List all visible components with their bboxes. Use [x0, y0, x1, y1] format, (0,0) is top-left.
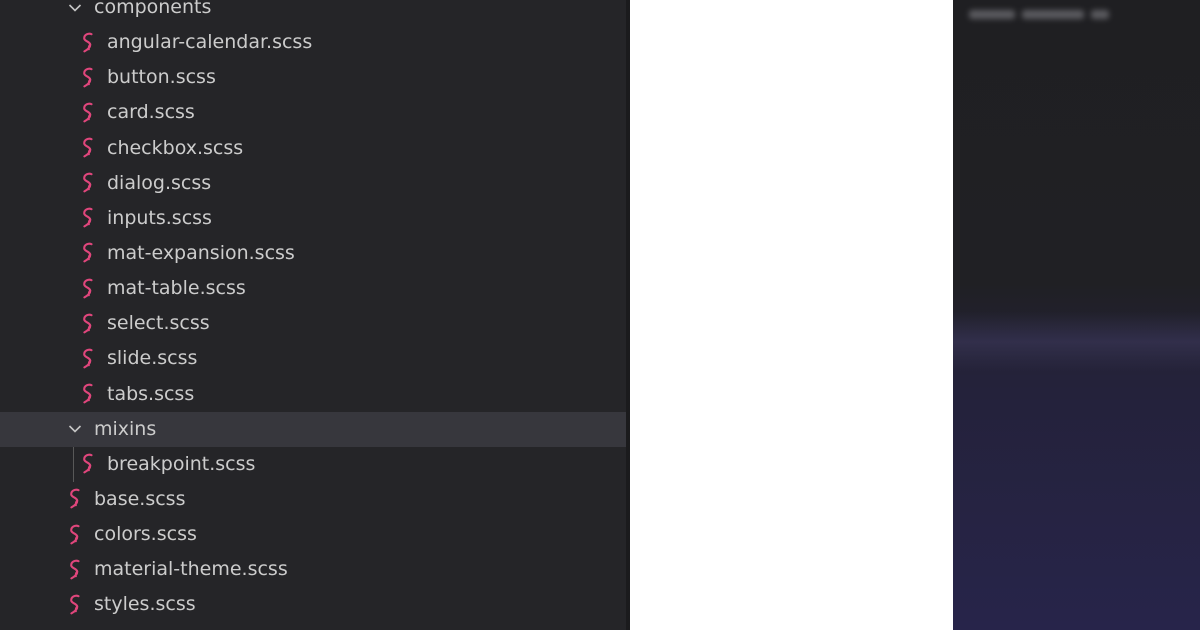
- sass-icon: [80, 236, 98, 271]
- sass-icon: [67, 552, 85, 587]
- file-row[interactable]: slide.scss: [0, 341, 626, 376]
- file-row[interactable]: material-theme.scss: [0, 552, 626, 587]
- blank-editor-area: [630, 0, 953, 630]
- file-row[interactable]: base.scss: [0, 482, 626, 517]
- file-label: inputs.scss: [107, 206, 212, 229]
- file-row[interactable]: card.scss: [0, 95, 626, 130]
- folder-row-mixins[interactable]: mixins: [0, 411, 626, 447]
- sass-icon: [67, 587, 85, 622]
- sass-icon: [80, 341, 98, 376]
- file-row[interactable]: checkbox.scss: [0, 131, 626, 166]
- file-row[interactable]: dialog.scss: [0, 166, 626, 201]
- folder-label: mixins: [94, 417, 157, 440]
- file-label: dialog.scss: [107, 171, 212, 194]
- file-explorer-panel: components angular-calendar.scss button.…: [0, 0, 628, 630]
- file-label: tabs.scss: [107, 382, 195, 405]
- file-row[interactable]: styles.scss: [0, 587, 626, 622]
- file-row[interactable]: button.scss: [0, 60, 626, 95]
- sass-icon: [80, 271, 98, 306]
- file-label: mat-table.scss: [107, 277, 246, 300]
- file-label: angular-calendar.scss: [107, 31, 313, 54]
- sass-icon: [80, 25, 98, 60]
- file-label: breakpoint.scss: [107, 452, 256, 475]
- sass-icon: [80, 447, 98, 482]
- sass-icon: [80, 95, 98, 130]
- file-row[interactable]: select.scss: [0, 306, 626, 341]
- file-row[interactable]: angular-calendar.scss: [0, 25, 626, 60]
- file-label: checkbox.scss: [107, 136, 244, 159]
- background-image-panel: [953, 0, 1200, 630]
- file-label: styles.scss: [94, 593, 196, 616]
- file-label: colors.scss: [94, 523, 197, 546]
- screenshot: components angular-calendar.scss button.…: [0, 0, 1200, 630]
- sass-icon: [80, 60, 98, 95]
- sass-icon: [67, 517, 85, 552]
- file-row[interactable]: mat-expansion.scss: [0, 236, 626, 271]
- file-label: button.scss: [107, 66, 216, 89]
- file-label: select.scss: [107, 312, 210, 335]
- file-label: slide.scss: [107, 347, 198, 370]
- sass-icon: [80, 306, 98, 341]
- sass-icon: [80, 131, 98, 166]
- file-label: mat-expansion.scss: [107, 241, 295, 264]
- file-row[interactable]: mat-table.scss: [0, 271, 626, 306]
- file-row[interactable]: inputs.scss: [0, 201, 626, 236]
- file-row[interactable]: tabs.scss: [0, 377, 626, 412]
- folder-label: components: [94, 0, 212, 18]
- blurred-text-decoration: [969, 4, 1139, 32]
- chevron-down-icon[interactable]: [67, 0, 83, 25]
- folder-row-components[interactable]: components: [0, 0, 626, 25]
- file-row[interactable]: breakpoint.scss: [0, 447, 626, 482]
- indent-guide: [73, 447, 74, 482]
- light-band-decoration: [953, 312, 1200, 372]
- file-label: material-theme.scss: [94, 558, 288, 581]
- sass-icon: [80, 377, 98, 412]
- sass-icon: [80, 166, 98, 201]
- chevron-down-icon[interactable]: [67, 412, 83, 447]
- file-tree: components angular-calendar.scss button.…: [0, 0, 626, 623]
- file-row[interactable]: colors.scss: [0, 517, 626, 552]
- sass-icon: [80, 201, 98, 236]
- file-label: card.scss: [107, 101, 195, 124]
- file-label: base.scss: [94, 487, 186, 510]
- sass-icon: [67, 482, 85, 517]
